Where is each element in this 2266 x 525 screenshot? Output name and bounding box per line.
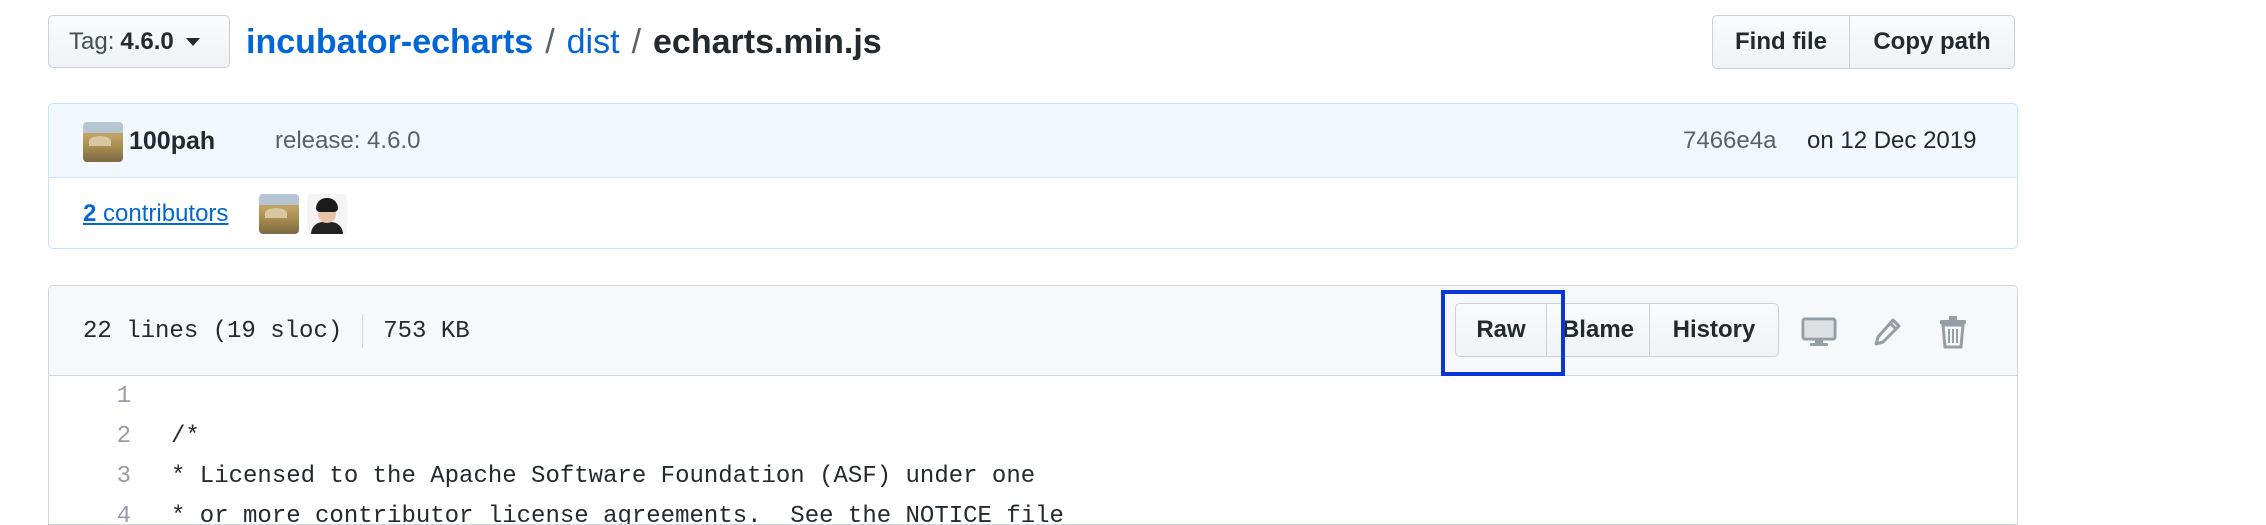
breadcrumb-folder-link[interactable]: dist — [567, 23, 620, 62]
commit-author-link[interactable]: 100pah — [129, 104, 215, 178]
copy-path-button[interactable]: Copy path — [1849, 15, 2015, 69]
contributors-label: contributors — [103, 200, 229, 227]
contributor-avatar[interactable] — [259, 194, 299, 234]
branch-tag-select[interactable]: Tag: 4.6.0 — [48, 15, 230, 68]
history-button[interactable]: History — [1649, 303, 1779, 357]
line-number[interactable]: 3 — [49, 457, 131, 497]
caret-down-icon — [185, 37, 200, 46]
line-content: /* — [171, 423, 200, 450]
breadcrumb-separator: / — [631, 22, 642, 61]
file-size: 753 KB — [383, 317, 470, 345]
desktop-icon[interactable] — [1799, 312, 1839, 352]
pencil-icon[interactable] — [1867, 312, 1907, 352]
line-number[interactable]: 2 — [49, 417, 131, 457]
commit-message-link[interactable]: release: 4.6.0 — [275, 104, 420, 178]
author-avatar[interactable] — [83, 122, 123, 162]
commit-date: on 12 Dec 2019 — [1807, 127, 1977, 154]
file-actions-top: Find file Copy path — [1712, 15, 2015, 69]
contributor-avatar[interactable] — [307, 194, 347, 234]
blame-button[interactable]: Blame — [1546, 303, 1650, 357]
code-line: 2 /* — [49, 417, 2017, 457]
trash-icon[interactable] — [1933, 312, 1973, 352]
contributors-link[interactable]: 2 contributors — [83, 178, 229, 248]
file-info-divider — [362, 314, 364, 348]
line-number[interactable]: 4 — [49, 497, 131, 524]
line-number[interactable]: 1 — [49, 377, 131, 417]
commit-info-box: 100pah release: 4.6.0 7466e4a on 12 Dec … — [48, 103, 2018, 249]
commit-sha-link[interactable]: 7466e4a — [1683, 104, 1776, 178]
line-content: * or more contributor license agreements… — [171, 503, 1064, 525]
code-line: 3 * Licensed to the Apache Software Foun… — [49, 457, 2017, 497]
contributors-count: 2 — [83, 200, 97, 227]
tag-prefix: Tag: — [69, 27, 115, 55]
file-info: 22 lines (19 sloc) 753 KB — [83, 286, 470, 376]
code-line: 1 — [49, 377, 2017, 417]
file-viewer: 22 lines (19 sloc) 753 KB Raw Blame Hist… — [48, 285, 2018, 525]
find-file-button[interactable]: Find file — [1712, 15, 1850, 69]
breadcrumb-separator: / — [545, 22, 555, 61]
file-view-buttons: Raw Blame History — [1455, 303, 1779, 357]
raw-button[interactable]: Raw — [1455, 303, 1547, 357]
line-content: * Licensed to the Apache Software Founda… — [171, 463, 1036, 490]
contributors-row: 2 contributors — [49, 178, 2017, 248]
breadcrumb-file-name: echarts.min.js — [653, 22, 882, 61]
file-line-count: 22 lines (19 sloc) — [83, 317, 343, 345]
latest-commit: 100pah release: 4.6.0 7466e4a on 12 Dec … — [49, 104, 2017, 178]
code-line: 4 * or more contributor license agreemen… — [49, 497, 2017, 525]
tag-value: 4.6.0 — [120, 27, 174, 55]
breadcrumb-repo-link[interactable]: incubator-echarts — [246, 23, 533, 62]
file-header: 22 lines (19 sloc) 753 KB Raw Blame Hist… — [49, 286, 2017, 376]
breadcrumb: incubator-echarts / dist / echarts.min.j… — [246, 18, 882, 66]
